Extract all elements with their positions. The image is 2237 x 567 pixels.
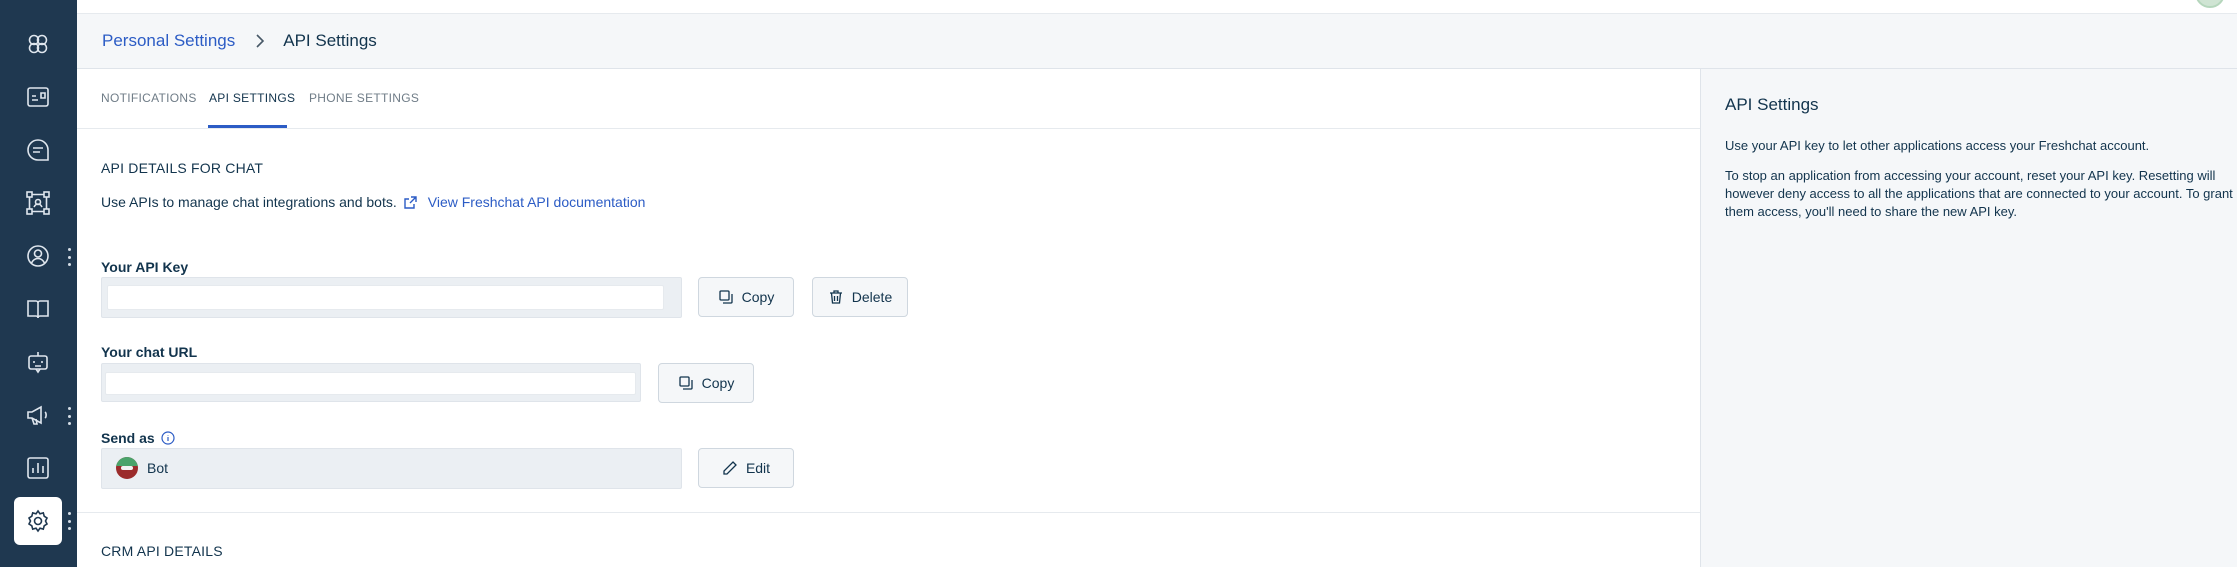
copy-icon [719, 290, 733, 304]
trash-icon [829, 290, 842, 304]
contacts-icon [27, 245, 49, 267]
campaigns-icon [27, 405, 47, 425]
send-as-label-text: Send as [101, 430, 155, 446]
dashboard-icon [27, 87, 49, 107]
chat-url-input[interactable] [105, 372, 636, 395]
reports-icon [27, 457, 49, 479]
settings-more-icon[interactable] [66, 512, 72, 530]
sidebar-item-campaigns[interactable] [14, 391, 62, 439]
sidebar-item-workflow[interactable] [14, 179, 62, 227]
copy-chat-url-label: Copy [701, 375, 735, 391]
delete-api-key-label: Delete [851, 289, 893, 305]
tab-phone-settings[interactable]: PHONE SETTINGS [309, 91, 419, 105]
copy-icon [679, 376, 693, 390]
help-panel-title: API Settings [1725, 95, 1819, 114]
settings-tabs: NOTIFICATIONS API SETTINGS PHONE SETTING… [77, 69, 1700, 129]
api-key-label: Your API Key [101, 259, 189, 275]
bot-avatar [116, 457, 138, 479]
sidebar-item-chat[interactable] [14, 126, 62, 174]
contacts-more-icon[interactable] [66, 248, 72, 266]
chevron-right-icon [255, 34, 265, 48]
chat-url-field [101, 363, 641, 402]
workflow-icon [26, 191, 50, 215]
sidebar [0, 0, 77, 567]
campaigns-more-icon[interactable] [66, 407, 72, 425]
sidebar-item-reports[interactable] [14, 444, 62, 492]
active-tab-indicator [208, 125, 287, 128]
delete-api-key-button[interactable]: Delete [812, 277, 908, 317]
bot-icon [28, 352, 48, 374]
external-link-icon [403, 195, 418, 210]
main-content: NOTIFICATIONS API SETTINGS PHONE SETTING… [77, 69, 1700, 567]
copy-api-key-button[interactable]: Copy [698, 277, 794, 317]
sidebar-item-bots[interactable] [14, 338, 62, 386]
knowledge-base-icon [27, 300, 49, 319]
help-panel-paragraph-1: Use your API key to let other applicatio… [1725, 138, 2150, 153]
api-key-input[interactable] [107, 285, 664, 310]
help-panel: API Settings Use your API key to let oth… [1700, 69, 2237, 567]
user-avatar[interactable] [2195, 0, 2225, 8]
send-as-field[interactable]: Bot [101, 448, 682, 489]
sidebar-item-home[interactable] [14, 20, 62, 68]
send-as-agent: Bot [116, 457, 168, 479]
tab-notifications[interactable]: NOTIFICATIONS [101, 91, 197, 105]
chat-url-label: Your chat URL [101, 344, 198, 360]
chat-icon [27, 139, 49, 161]
edit-send-as-button[interactable]: Edit [698, 448, 794, 488]
sidebar-item-contacts[interactable] [14, 232, 62, 280]
crm-api-section-title: CRM API DETAILS [101, 543, 223, 559]
breadcrumb-parent-link[interactable]: Personal Settings [102, 31, 235, 51]
send-as-value: Bot [147, 460, 169, 476]
settings-icon [27, 509, 49, 533]
page-title: API Settings [283, 31, 377, 50]
edit-send-as-label: Edit [745, 460, 771, 476]
api-documentation-link[interactable]: View Freshchat API documentation [428, 194, 646, 210]
chat-api-section-title: API DETAILS FOR CHAT [101, 160, 264, 176]
help-panel-paragraph-2: To stop an application from accessing yo… [1725, 168, 2233, 219]
sidebar-item-knowledge-base[interactable] [14, 285, 62, 333]
send-as-label: Send as [101, 430, 175, 446]
sidebar-item-dashboard[interactable] [14, 73, 62, 121]
breadcrumb: Personal Settings API Settings [77, 14, 2237, 69]
pencil-icon [723, 461, 737, 475]
sidebar-item-settings[interactable] [14, 497, 62, 545]
copy-chat-url-button[interactable]: Copy [658, 363, 754, 403]
chat-api-description: Use APIs to manage chat integrations and… [101, 194, 645, 210]
section-divider [77, 512, 1700, 513]
info-icon[interactable] [161, 431, 175, 445]
freshworks-logo-icon [28, 34, 48, 54]
api-key-field [101, 277, 682, 318]
top-bar [77, 0, 2237, 14]
copy-api-key-label: Copy [741, 289, 775, 305]
tab-api-settings[interactable]: API SETTINGS [209, 91, 295, 105]
chat-api-description-text: Use APIs to manage chat integrations and… [101, 194, 397, 210]
